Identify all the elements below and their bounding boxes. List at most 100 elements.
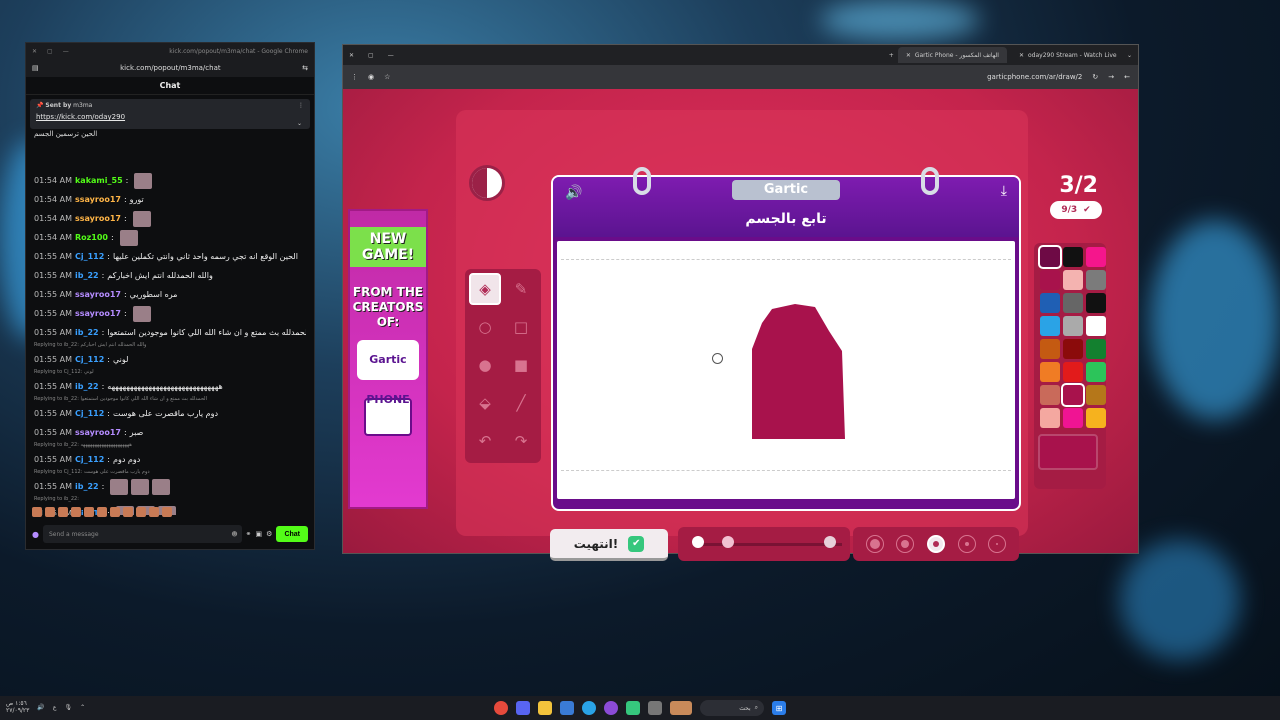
folder-icon[interactable]: [538, 701, 552, 715]
minimize-icon[interactable]: —: [388, 52, 394, 59]
circle-fill-tool-icon[interactable]: ●: [469, 349, 501, 381]
message-user[interactable]: ssayroo17: [75, 309, 121, 318]
telegram-icon[interactable]: [582, 701, 596, 715]
color-swatch[interactable]: [1086, 385, 1106, 405]
message-user[interactable]: ssayroo17: [75, 195, 121, 204]
message-user[interactable]: Cj_112: [75, 409, 104, 418]
eraser-tool-icon[interactable]: ◈: [469, 273, 501, 305]
close-icon[interactable]: ✕: [32, 48, 37, 55]
brush-size-option[interactable]: [957, 535, 976, 553]
gear-icon[interactable]: ⚙: [266, 530, 272, 538]
message-user[interactable]: Cj_112: [75, 455, 104, 464]
points-icon[interactable]: ⚭: [246, 530, 252, 538]
brush-size-option[interactable]: [926, 535, 945, 553]
language-indicator[interactable]: ع: [53, 704, 57, 711]
network-icon[interactable]: 🔊: [37, 704, 44, 711]
clock[interactable]: ١:٥٦ ص ٢٧/٠٩/٢٣: [6, 700, 29, 714]
done-button[interactable]: انتهيت! ✔: [550, 529, 668, 561]
pinned-message[interactable]: 📌 Sent by m3ma ⋮ https://kick.com/oday29…: [30, 99, 310, 129]
emote-bar[interactable]: [32, 507, 172, 521]
bookmark-icon[interactable]: ☆: [384, 73, 390, 81]
windows-start-icon[interactable]: ⊞: [772, 701, 786, 715]
more-icon[interactable]: ⋮: [298, 102, 304, 109]
message-input[interactable]: Send a message ☻: [42, 525, 242, 543]
close-tab-icon[interactable]: ✕: [1019, 52, 1024, 59]
new-tab-icon[interactable]: +: [889, 52, 894, 59]
app-icon[interactable]: [670, 701, 692, 715]
color-swatch[interactable]: [1063, 316, 1083, 336]
menu-icon[interactable]: ⋮: [351, 73, 358, 81]
reload-icon[interactable]: ↻: [1092, 73, 1098, 81]
color-swatch[interactable]: [1040, 362, 1060, 382]
color-swatch[interactable]: [1063, 247, 1083, 267]
color-swatch[interactable]: [1040, 339, 1060, 359]
app-icon[interactable]: [626, 701, 640, 715]
color-swatch[interactable]: [1086, 339, 1106, 359]
color-swatch[interactable]: [1040, 385, 1060, 405]
chevron-down-icon[interactable]: ⌄: [297, 120, 302, 127]
message-user[interactable]: ssayroo17: [75, 290, 121, 299]
brush-size-option[interactable]: [988, 535, 1007, 553]
redo-icon[interactable]: ↷: [505, 425, 537, 457]
color-swatch[interactable]: [1063, 408, 1083, 428]
brush-size-slider[interactable]: [678, 527, 850, 561]
line-tool-icon[interactable]: ╱: [505, 387, 537, 419]
message-user[interactable]: ib_22: [75, 271, 99, 280]
forward-icon[interactable]: →: [1108, 73, 1114, 81]
color-swatch[interactable]: [1086, 270, 1106, 290]
color-swatch[interactable]: [1086, 293, 1106, 313]
color-swatch[interactable]: [1063, 293, 1083, 313]
message-user[interactable]: Cj_112: [75, 355, 104, 364]
maximize-icon[interactable]: ▢: [47, 48, 53, 55]
message-user[interactable]: ib_22: [75, 482, 99, 491]
message-user[interactable]: ib_22: [75, 328, 99, 337]
slider-max-knob[interactable]: [824, 536, 836, 548]
message-user[interactable]: Cj_112: [75, 252, 104, 261]
message-user[interactable]: kakami_55: [75, 176, 123, 185]
chevron-up-icon[interactable]: ⌃: [80, 704, 85, 711]
photos-icon[interactable]: [560, 701, 574, 715]
chat-address-bar[interactable]: ▤ kick.com/popout/m3ma/chat ⇆: [26, 59, 314, 77]
chevron-down-icon[interactable]: ⌄: [1127, 52, 1132, 59]
message-user[interactable]: ssayroo17: [75, 214, 121, 223]
color-swatch[interactable]: [1040, 270, 1060, 290]
pinned-link[interactable]: https://kick.com/oday290: [36, 113, 304, 121]
fill-bucket-tool-icon[interactable]: ⬙: [469, 387, 501, 419]
chrome-icon[interactable]: [494, 701, 508, 715]
chat-send-button[interactable]: Chat: [276, 526, 308, 542]
taskbar-search[interactable]: بحث ⌕: [700, 700, 764, 716]
close-tab-icon[interactable]: ✕: [906, 52, 911, 59]
close-icon[interactable]: ✕: [349, 52, 354, 59]
maximize-icon[interactable]: ▢: [368, 52, 374, 59]
brush-size-option[interactable]: [896, 535, 915, 553]
obs-icon[interactable]: [604, 701, 618, 715]
message-user[interactable]: ssayroo17: [75, 428, 121, 437]
color-swatch[interactable]: [1040, 316, 1060, 336]
drawing-canvas[interactable]: [557, 241, 1015, 499]
color-swatch[interactable]: [1063, 339, 1083, 359]
color-swatch[interactable]: [1086, 316, 1106, 336]
brush-size-option[interactable]: [865, 535, 884, 553]
page-url[interactable]: garticphone.com/ar/draw/2: [987, 73, 1082, 81]
rectangle-fill-tool-icon[interactable]: ■: [505, 349, 537, 381]
extension-icon[interactable]: ◉: [368, 73, 374, 81]
color-swatch[interactable]: [1063, 362, 1083, 382]
rectangle-outline-tool-icon[interactable]: □: [505, 311, 537, 343]
color-swatch[interactable]: [1086, 362, 1106, 382]
settings-icon[interactable]: ⇆: [302, 64, 308, 72]
gift-icon[interactable]: ▣: [256, 530, 263, 538]
message-user[interactable]: ib_22: [75, 382, 99, 391]
color-swatch[interactable]: [1040, 293, 1060, 313]
tab-stream[interactable]: ✕ oday290 Stream - Watch Live: [1011, 47, 1121, 63]
slider-handle[interactable]: [722, 536, 734, 548]
contrast-toggle-button[interactable]: [469, 165, 505, 201]
emoji-icon[interactable]: ☻: [231, 531, 237, 538]
color-swatch[interactable]: [1040, 408, 1060, 428]
circle-outline-tool-icon[interactable]: ○: [469, 311, 501, 343]
color-swatch[interactable]: [1063, 270, 1083, 290]
app-icon[interactable]: [648, 701, 662, 715]
color-swatch[interactable]: [1086, 247, 1106, 267]
volume-icon[interactable]: 🔊: [565, 185, 582, 201]
download-icon[interactable]: ⤓: [1001, 183, 1007, 199]
slider-min-knob[interactable]: [692, 536, 704, 548]
